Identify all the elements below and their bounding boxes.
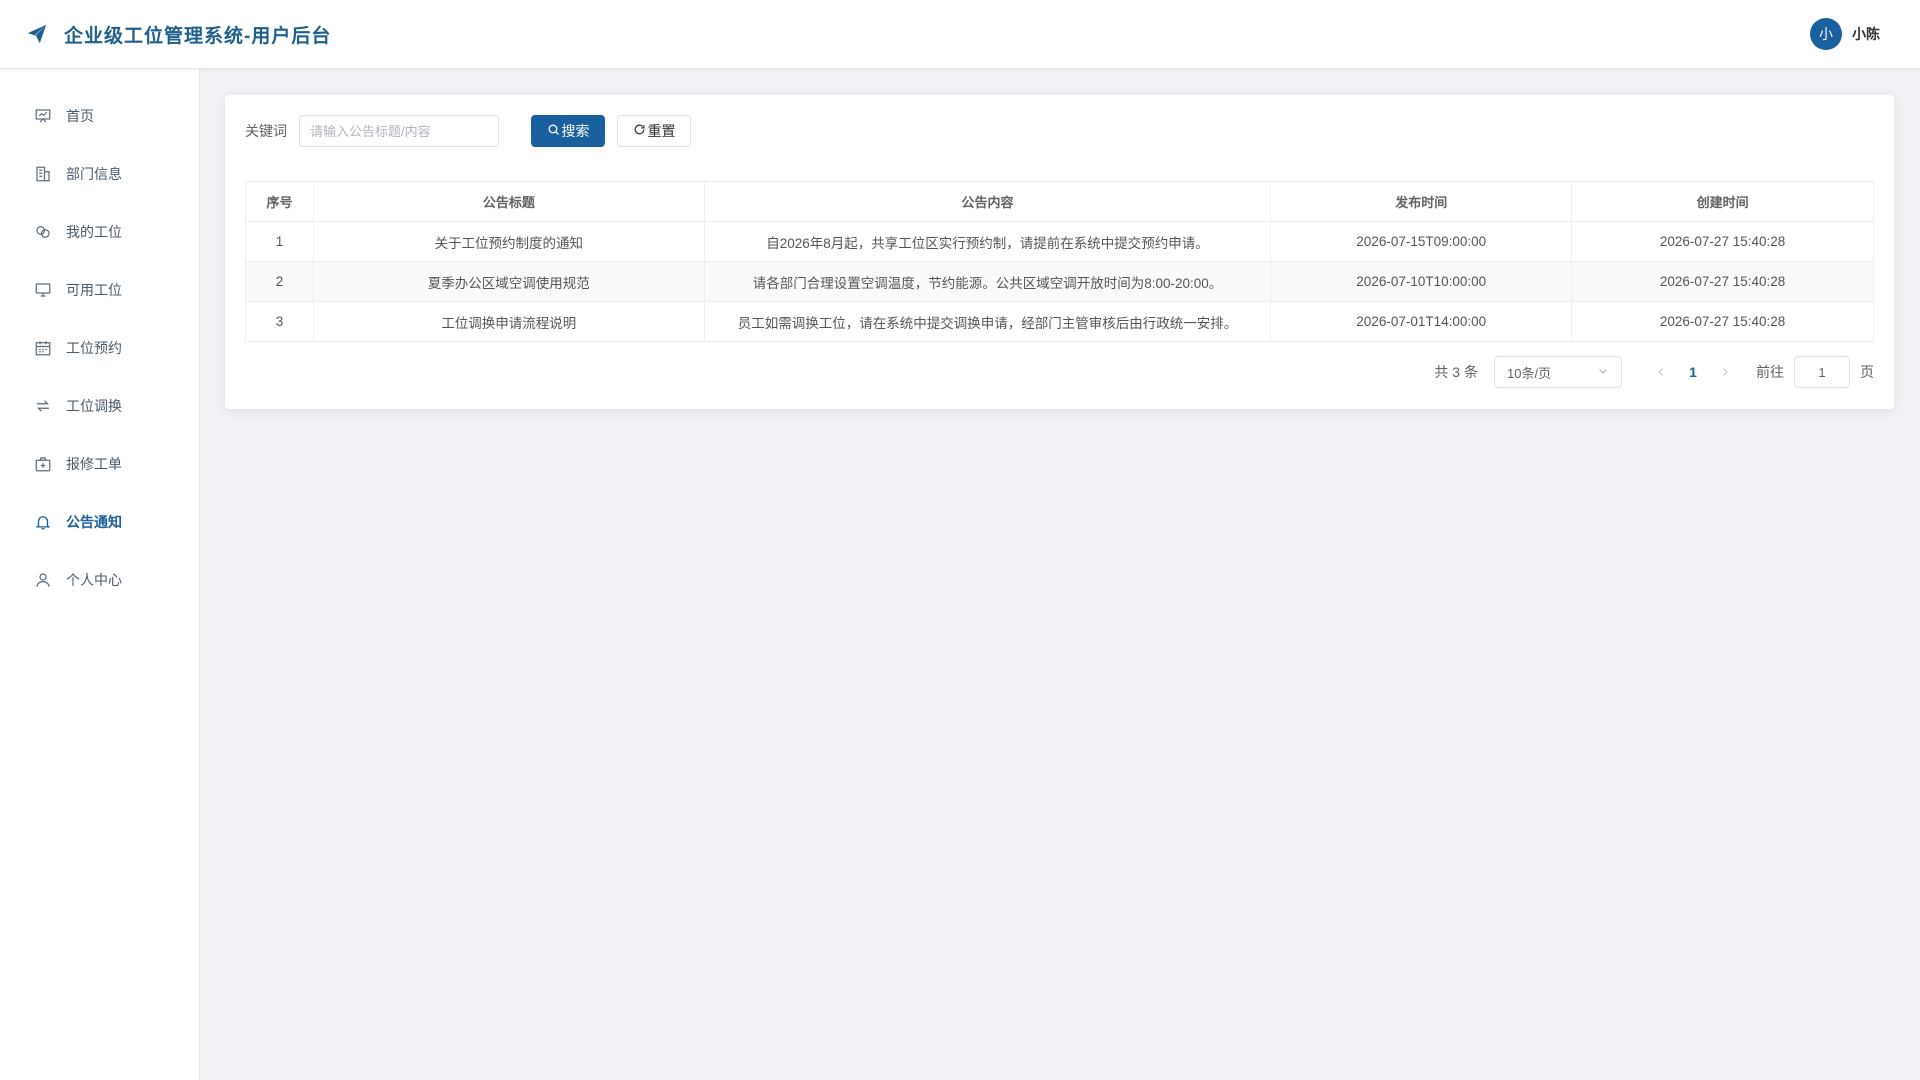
table-row[interactable]: 2 夏季办公区域空调使用规范 请各部门合理设置空调温度，节约能源。公共区域空调开…: [245, 261, 1874, 302]
swap-icon: [34, 397, 52, 415]
prev-page-button[interactable]: [1646, 356, 1676, 388]
sidebar-item-announcements[interactable]: 公告通知: [0, 493, 199, 551]
page-unit-label: 页: [1860, 364, 1874, 380]
table-cell: 2026-07-27 15:40:28: [1571, 301, 1874, 342]
user-icon: [34, 571, 52, 589]
table-cell: 2: [245, 261, 314, 302]
table-row[interactable]: 1 关于工位预约制度的通知 自2026年8月起，共享工位区实行预约制，请提前在系…: [245, 221, 1874, 262]
brand: 企业级工位管理系统-用户后台: [26, 21, 331, 48]
table-cell: 自2026年8月起，共享工位区实行预约制，请提前在系统中提交预约申请。: [703, 221, 1272, 262]
sidebar-item-label: 公告通知: [66, 514, 122, 530]
table-cell: 2026-07-10T10:00:00: [1270, 261, 1573, 302]
pagination: 共 3 条 10条/页 1 前往 页: [245, 356, 1874, 388]
table-cell: 工位调换申请流程说明: [312, 301, 705, 342]
reset-button-label: 重置: [647, 123, 676, 139]
paper-plane-icon: [26, 23, 48, 45]
refresh-icon: [633, 123, 646, 139]
table-cell: 2026-07-27 15:40:28: [1571, 261, 1874, 302]
sidebar: 首页 部门信息 我的工位 可用工位 工位预约 工位调换 报修工单 公告通知 个人…: [0, 69, 200, 1080]
table-cell: 1: [245, 221, 314, 262]
table-row[interactable]: 3 工位调换申请流程说明 员工如需调换工位，请在系统中提交调换申请，经部门主管审…: [245, 301, 1874, 342]
column-header[interactable]: 发布时间: [1270, 181, 1573, 222]
sidebar-item-my-workstation[interactable]: 我的工位: [0, 203, 199, 261]
table-cell: 夏季办公区域空调使用规范: [312, 261, 705, 302]
total-count: 共 3 条: [1434, 364, 1478, 380]
table-cell: 关于工位预约制度的通知: [312, 221, 705, 262]
sidebar-item-label: 报修工单: [66, 456, 122, 472]
chevron-left-icon: [1658, 368, 1663, 376]
user-name[interactable]: 小陈: [1852, 24, 1880, 44]
announcement-table: 序号 公告标题 公告内容 发布时间 创建时间 1 关于工位预约制度的通知 自20…: [245, 181, 1874, 342]
sidebar-item-home[interactable]: 首页: [0, 87, 199, 145]
sidebar-item-label: 部门信息: [66, 166, 122, 182]
column-header[interactable]: 公告标题: [312, 181, 705, 222]
column-header[interactable]: 创建时间: [1571, 181, 1874, 222]
sidebar-item-department[interactable]: 部门信息: [0, 145, 199, 203]
link-icon: [34, 223, 52, 241]
search-bar: 关键词 搜索 重置: [245, 115, 1874, 147]
table-header-row: 序号 公告标题 公告内容 发布时间 创建时间: [245, 181, 1874, 222]
page-size-value: 10条/页: [1507, 365, 1552, 381]
bell-icon: [34, 513, 52, 531]
sidebar-item-label: 首页: [66, 108, 94, 124]
presentation-icon: [34, 107, 52, 125]
column-header[interactable]: 公告内容: [703, 181, 1272, 222]
table-cell: 2026-07-27 15:40:28: [1571, 221, 1874, 262]
search-icon: [547, 123, 560, 139]
sidebar-item-repair-order[interactable]: 报修工单: [0, 435, 199, 493]
chevron-right-icon: [1723, 368, 1728, 376]
goto-page-input[interactable]: [1794, 356, 1850, 388]
announcement-card: 关键词 搜索 重置 序号 公告标题 公告内容 发布时间 创建时间: [225, 95, 1894, 409]
table-cell: 2026-07-15T09:00:00: [1270, 221, 1573, 262]
goto-label: 前往: [1756, 364, 1784, 380]
reset-button[interactable]: 重置: [617, 115, 691, 147]
search-input[interactable]: [299, 115, 499, 147]
sidebar-item-label: 工位预约: [66, 340, 122, 356]
sidebar-item-reservation[interactable]: 工位预约: [0, 319, 199, 377]
top-header: 企业级工位管理系统-用户后台 小 小陈: [0, 0, 1920, 69]
sidebar-item-available-workstation[interactable]: 可用工位: [0, 261, 199, 319]
app-title: 企业级工位管理系统-用户后台: [64, 25, 332, 47]
sidebar-item-label: 个人中心: [66, 572, 122, 588]
page-size-select[interactable]: 10条/页: [1494, 356, 1622, 388]
keyword-label: 关键词: [245, 123, 287, 139]
table-cell: 请各部门合理设置空调温度，节约能源。公共区域空调开放时间为8:00-20:00。: [703, 261, 1272, 302]
table-cell: 3: [245, 301, 314, 342]
calendar-icon: [34, 339, 52, 357]
table-cell: 员工如需调换工位，请在系统中提交调换申请，经部门主管审核后由行政统一安排。: [703, 301, 1272, 342]
user-menu[interactable]: 小 小陈: [1810, 18, 1880, 50]
first-aid-kit-icon: [34, 455, 52, 473]
avatar[interactable]: 小: [1810, 18, 1842, 50]
sidebar-item-swap[interactable]: 工位调换: [0, 377, 199, 435]
page-number-current[interactable]: 1: [1676, 356, 1710, 388]
chevron-down-icon: [1597, 365, 1609, 380]
table-cell: 2026-07-01T14:00:00: [1270, 301, 1573, 342]
sidebar-item-label: 可用工位: [66, 282, 122, 298]
next-page-button[interactable]: [1710, 356, 1740, 388]
building-icon: [34, 165, 52, 183]
sidebar-item-profile[interactable]: 个人中心: [0, 551, 199, 609]
column-header[interactable]: 序号: [245, 181, 314, 222]
sidebar-item-label: 工位调换: [66, 398, 122, 414]
sidebar-item-label: 我的工位: [66, 224, 122, 240]
search-button-label: 搜索: [561, 123, 590, 139]
search-button[interactable]: 搜索: [531, 115, 605, 147]
monitor-icon: [34, 281, 52, 299]
